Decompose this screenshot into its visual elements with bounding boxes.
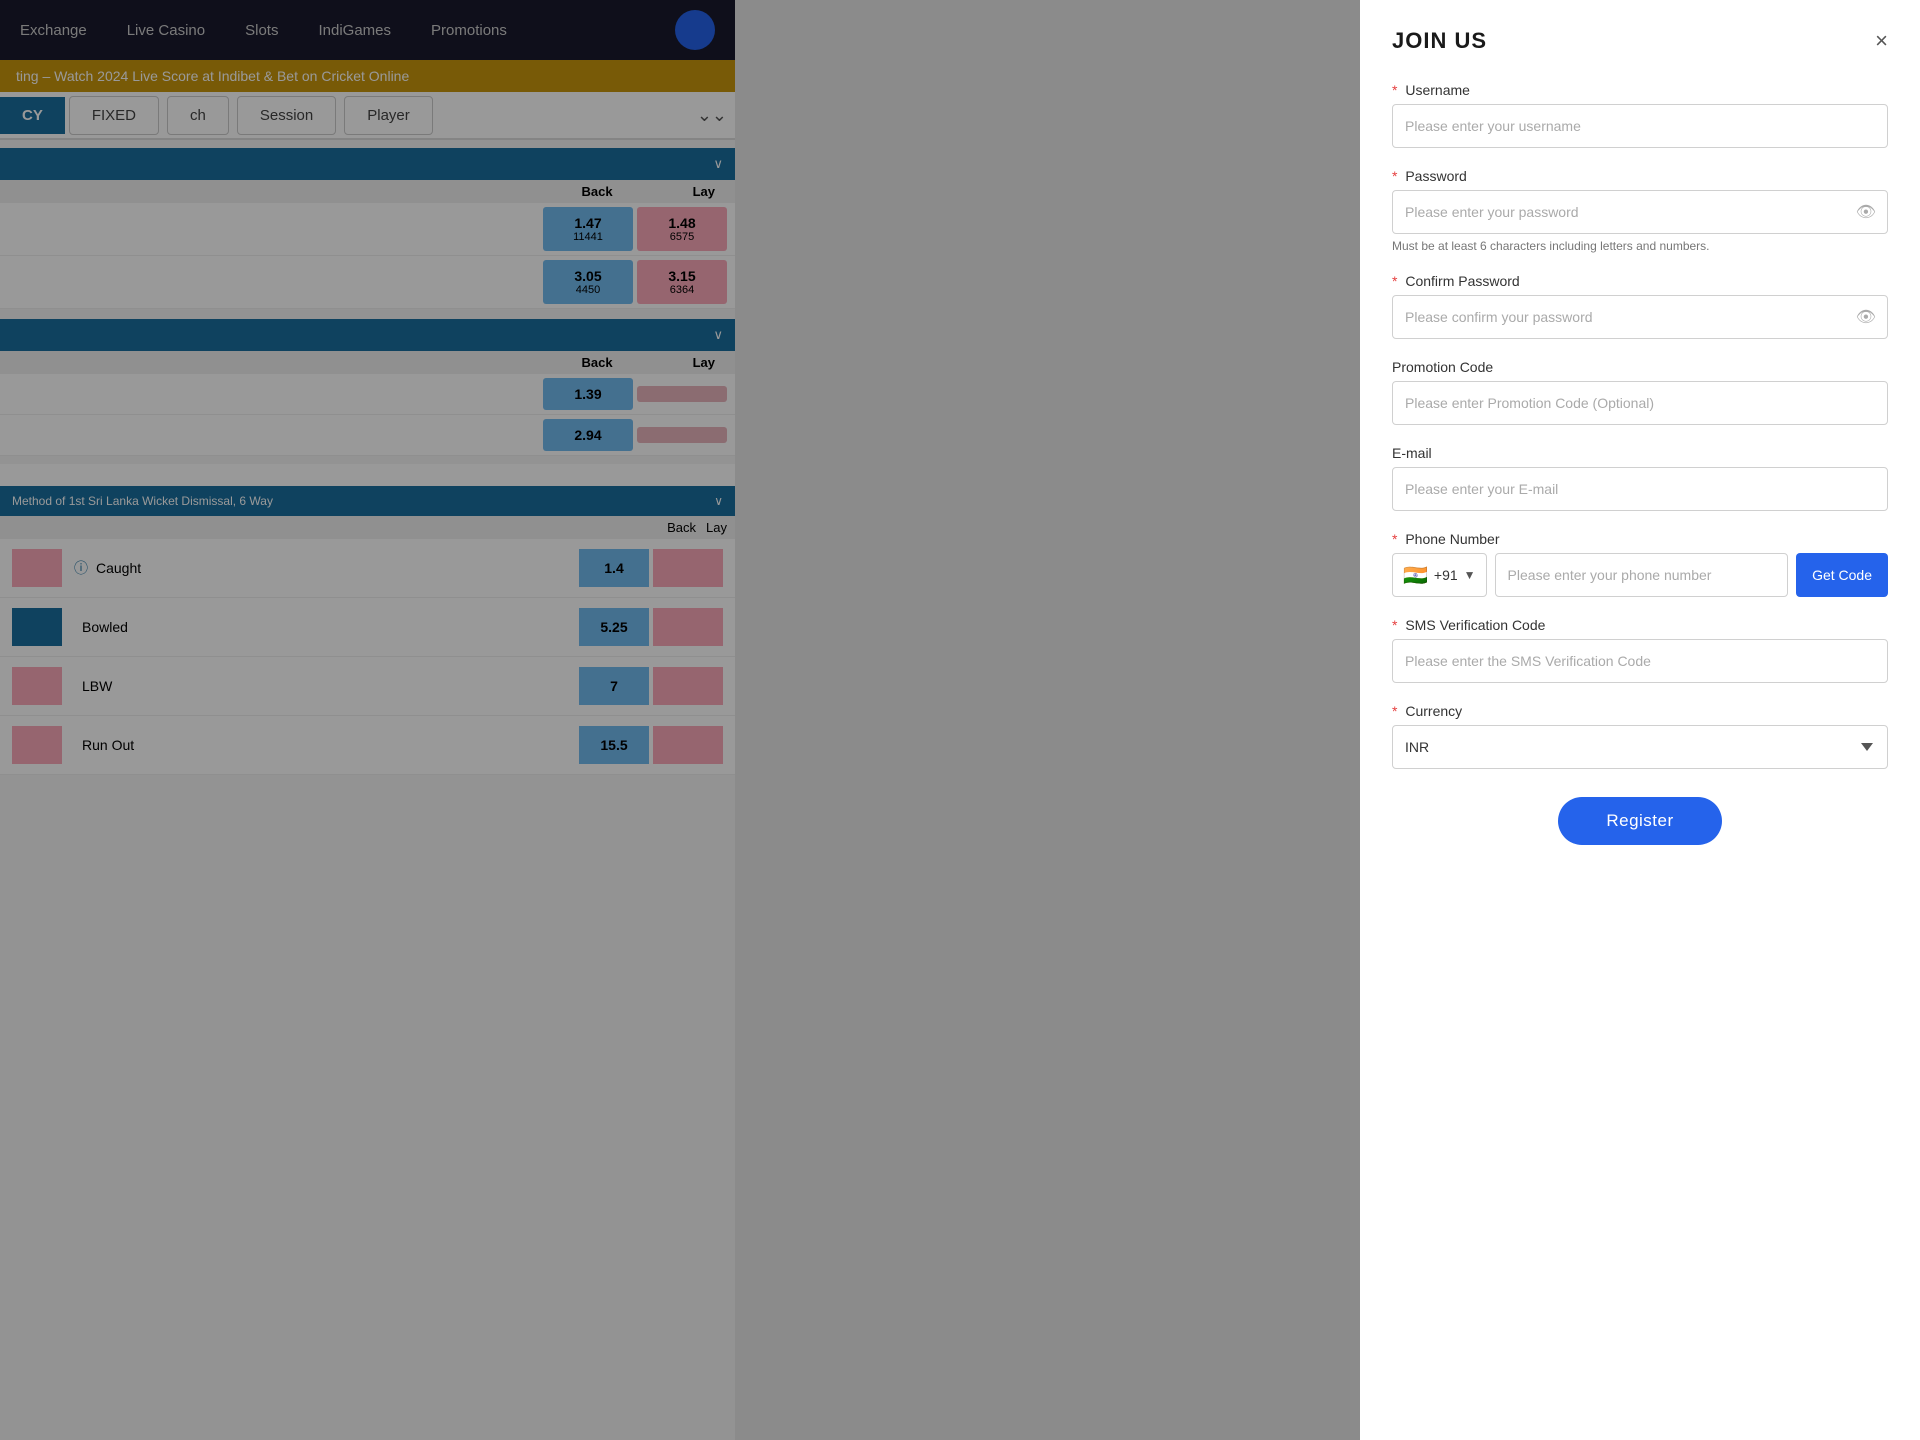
register-button[interactable]: Register [1558,797,1721,845]
currency-label: * Currency [1392,703,1888,719]
india-flag-icon: 🇮🇳 [1403,563,1428,588]
get-code-button[interactable]: Get Code [1796,553,1888,597]
promo-code-group: Promotion Code [1392,359,1888,425]
password-toggle-icon[interactable]: 👁 [1856,202,1876,222]
username-required: * [1392,82,1397,98]
phone-label-text: Phone Number [1405,531,1499,547]
currency-select[interactable]: INR USD EUR [1392,725,1888,769]
phone-number-input[interactable] [1495,553,1789,597]
currency-group: * Currency INR USD EUR [1392,703,1888,769]
confirm-password-toggle-icon[interactable]: 👁 [1856,307,1876,327]
sms-code-input[interactable] [1392,639,1888,683]
phone-row: 🇮🇳 +91 ▼ Get Code [1392,553,1888,597]
confirm-password-required: * [1392,273,1397,289]
username-input[interactable] [1392,104,1888,148]
close-button[interactable]: × [1875,30,1888,52]
confirm-password-label: * Confirm Password [1392,273,1888,289]
phone-country-selector[interactable]: 🇮🇳 +91 ▼ [1392,553,1487,597]
password-input[interactable] [1392,190,1888,234]
confirm-password-label-text: Confirm Password [1405,273,1519,289]
password-hint: Must be at least 6 characters including … [1392,239,1888,253]
modal-header: JOIN US × [1392,28,1888,54]
password-label: * Password [1392,168,1888,184]
join-modal: JOIN US × * Username * Password 👁 Must b… [1360,0,1920,1440]
email-group: E-mail [1392,445,1888,511]
phone-required: * [1392,531,1397,547]
confirm-password-group: * Confirm Password 👁 [1392,273,1888,339]
password-label-text: Password [1405,168,1466,184]
password-group: * Password 👁 Must be at least 6 characte… [1392,168,1888,253]
sms-code-label: * SMS Verification Code [1392,617,1888,633]
sms-code-required: * [1392,617,1397,633]
currency-required: * [1392,703,1397,719]
username-group: * Username [1392,82,1888,148]
currency-label-text: Currency [1405,703,1462,719]
sms-code-group: * SMS Verification Code [1392,617,1888,683]
confirm-password-input[interactable] [1392,295,1888,339]
password-input-wrapper: 👁 [1392,190,1888,234]
username-label-text: Username [1405,82,1470,98]
email-label: E-mail [1392,445,1888,461]
sms-code-label-text: SMS Verification Code [1405,617,1545,633]
phone-group: * Phone Number 🇮🇳 +91 ▼ Get Code [1392,531,1888,597]
confirm-password-input-wrapper: 👁 [1392,295,1888,339]
promo-code-input[interactable] [1392,381,1888,425]
password-required: * [1392,168,1397,184]
phone-code: +91 [1434,567,1458,583]
email-input[interactable] [1392,467,1888,511]
chevron-down-icon: ▼ [1464,568,1476,582]
phone-label: * Phone Number [1392,531,1888,547]
username-label: * Username [1392,82,1888,98]
promo-code-label: Promotion Code [1392,359,1888,375]
modal-title: JOIN US [1392,28,1487,54]
